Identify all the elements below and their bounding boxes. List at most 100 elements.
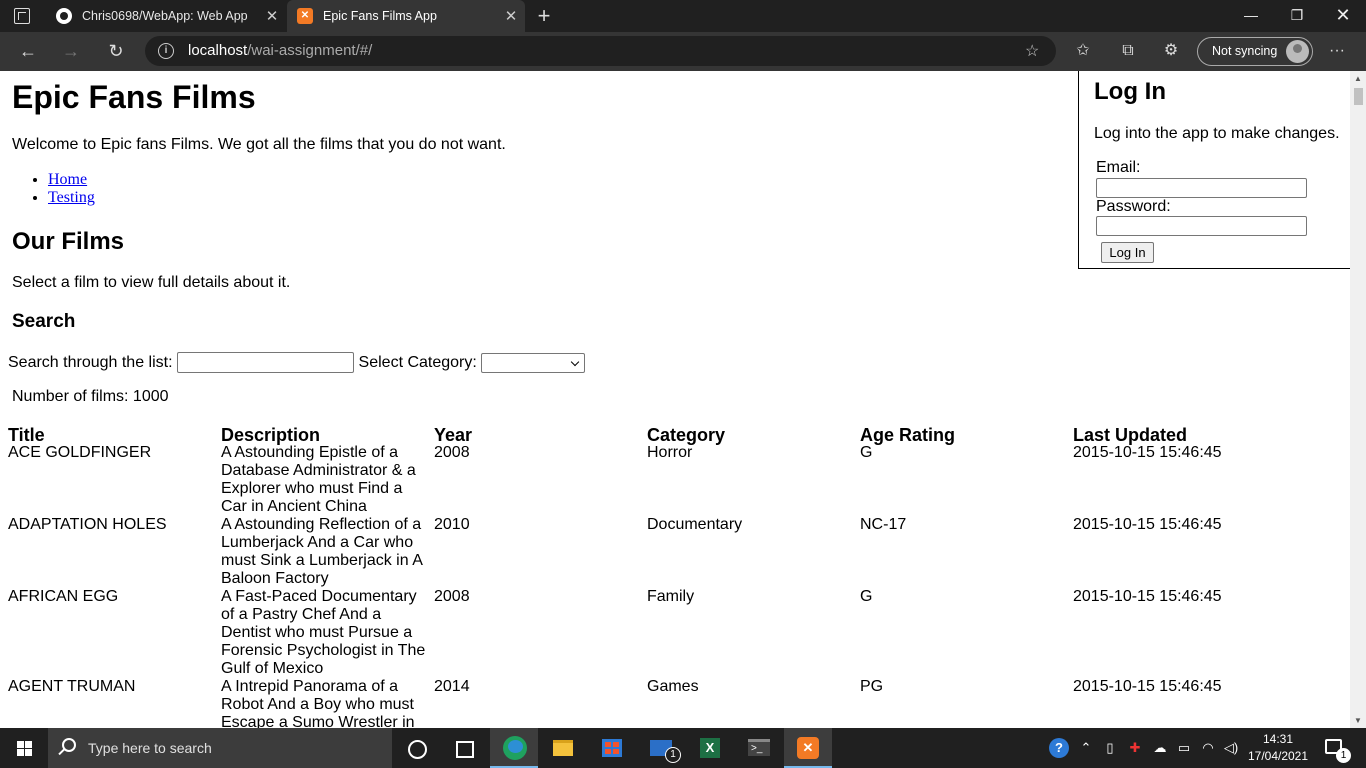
security-icon[interactable]: ✚ xyxy=(1124,728,1146,768)
nav-item: Testing xyxy=(48,189,95,207)
volume-icon[interactable]: ◁) xyxy=(1220,728,1242,768)
table-row[interactable]: ADAPTATION HOLES A Astounding Reflection… xyxy=(8,516,1340,588)
forward-arrow-icon[interactable]: → xyxy=(55,32,87,71)
category-label: Select Category: xyxy=(358,353,477,371)
browser-title-bar: Chris0698/WebApp: Web App ✕ ✕ Epic Fans … xyxy=(0,0,1366,32)
cortana-icon[interactable] xyxy=(392,728,440,768)
minimize-icon[interactable]: — xyxy=(1228,0,1274,32)
film-description: A Fast-Paced Documentary of a Pastry Che… xyxy=(221,588,426,677)
film-category: Documentary xyxy=(647,516,743,533)
collections-icon[interactable]: ⧉ xyxy=(1113,32,1143,71)
mail-badge: 1 xyxy=(665,747,681,763)
new-tab-plus-icon[interactable]: + xyxy=(534,3,554,29)
login-button[interactable]: Log In xyxy=(1101,242,1154,263)
url-text[interactable]: localhost/wai-assignment/#/ xyxy=(188,42,372,59)
films-heading: Our Films xyxy=(12,228,125,255)
search-row: Search through the list: Select Category… xyxy=(8,352,585,373)
restore-icon[interactable]: ❐ xyxy=(1274,0,1320,32)
column-header-description: Description xyxy=(221,425,321,445)
battery-icon[interactable]: ▭ xyxy=(1174,728,1194,768)
file-explorer-icon[interactable] xyxy=(539,728,587,768)
tab-github[interactable]: Chris0698/WebApp: Web App ✕ xyxy=(46,0,286,32)
help-icon[interactable]: ? xyxy=(1046,728,1072,768)
start-button[interactable] xyxy=(0,728,48,768)
scroll-up-arrow-icon[interactable]: ▲ xyxy=(1354,74,1362,83)
tab-title: Chris0698/WebApp: Web App xyxy=(82,9,248,23)
film-last-updated: 2015-10-15 15:46:45 xyxy=(1073,588,1222,605)
tab-epic-fans-films[interactable]: ✕ Epic Fans Films App ✕ xyxy=(287,0,525,32)
excel-icon[interactable]: X xyxy=(686,728,734,768)
close-icon[interactable]: ✕ xyxy=(258,7,286,25)
table-header-row: Title Description Year Category Age Rati… xyxy=(8,424,1340,444)
github-icon xyxy=(56,8,72,24)
reload-icon[interactable]: ↻ xyxy=(100,32,132,71)
info-icon[interactable]: i xyxy=(158,43,174,59)
film-description: A Astounding Epistle of a Database Admin… xyxy=(221,444,416,515)
scrollbar-thumb[interactable] xyxy=(1354,88,1363,105)
film-last-updated: 2015-10-15 15:46:45 xyxy=(1073,678,1222,695)
mail-icon[interactable]: 1 xyxy=(637,728,685,768)
film-description: A Intrepid Panorama of a Robot And a Boy… xyxy=(221,678,415,728)
nav-link-testing[interactable]: Testing xyxy=(48,189,95,206)
film-category: Horror xyxy=(647,444,693,461)
window-close-icon[interactable]: ✕ xyxy=(1320,0,1366,32)
table-row[interactable]: AGENT TRUMAN A Intrepid Panorama of a Ro… xyxy=(8,678,1340,728)
page-scrollbar[interactable]: ▲ ▼ xyxy=(1350,71,1366,728)
table-row[interactable]: ACE GOLDFINGER A Astounding Epistle of a… xyxy=(8,444,1340,516)
task-view-icon[interactable] xyxy=(440,728,488,768)
login-title: Log In xyxy=(1094,78,1166,105)
xampp-icon[interactable]: ✕ xyxy=(784,728,832,768)
show-hidden-icons-chevron-icon[interactable]: ⌃ xyxy=(1076,728,1096,768)
email-field[interactable] xyxy=(1096,178,1307,198)
film-last-updated: 2015-10-15 15:46:45 xyxy=(1073,444,1222,461)
close-icon[interactable]: ✕ xyxy=(497,7,525,25)
more-options-icon[interactable]: ··· xyxy=(1322,32,1352,71)
film-year: 2008 xyxy=(434,444,470,461)
clock-date: 17/04/2021 xyxy=(1247,749,1309,763)
film-last-updated: 2015-10-15 15:46:45 xyxy=(1073,516,1222,533)
excel-letter: X xyxy=(700,738,720,758)
password-label: Password: xyxy=(1096,198,1171,215)
welcome-text: Welcome to Epic fans Films. We got all t… xyxy=(12,136,506,153)
add-favorite-star-icon[interactable]: ☆ xyxy=(1025,41,1039,61)
film-age-rating: NC-17 xyxy=(860,516,907,533)
address-bar[interactable]: i localhost/wai-assignment/#/ ☆ xyxy=(145,36,1056,66)
search-heading: Search xyxy=(12,311,76,332)
film-category: Games xyxy=(647,678,699,695)
edge-dev-icon[interactable] xyxy=(490,728,538,768)
password-field[interactable] xyxy=(1096,216,1307,236)
back-arrow-icon[interactable]: ← xyxy=(12,32,44,71)
taskbar-search-box[interactable]: Type here to search xyxy=(48,728,392,768)
film-count: Number of films: 1000 xyxy=(12,388,169,405)
store-icon[interactable] xyxy=(588,728,636,768)
login-description: Log into the app to make changes. xyxy=(1094,125,1340,142)
nav-link-home[interactable]: Home xyxy=(48,171,87,188)
url-path: /wai-assignment/#/ xyxy=(247,42,373,59)
film-age-rating: G xyxy=(860,588,873,605)
windows-taskbar: Type here to search 1 X >_ ✕ ? ⌃ ▯ ✚ ☁ ▭… xyxy=(0,728,1366,768)
tab-actions-icon[interactable] xyxy=(14,8,30,24)
profile-sync-button[interactable]: Not syncing xyxy=(1197,37,1313,66)
column-header-category: Category xyxy=(647,425,726,445)
favorites-star-icon[interactable]: ✩ xyxy=(1068,32,1098,71)
search-input[interactable] xyxy=(176,352,354,373)
wifi-icon[interactable]: ◠ xyxy=(1197,728,1219,768)
scroll-down-arrow-icon[interactable]: ▼ xyxy=(1354,716,1362,725)
site-nav: Home Testing xyxy=(48,171,95,207)
film-title: ADAPTATION HOLES xyxy=(8,516,167,533)
onedrive-icon[interactable]: ☁ xyxy=(1148,728,1172,768)
extensions-icon[interactable]: ⚙ xyxy=(1156,32,1186,71)
film-year: 2010 xyxy=(434,516,470,533)
notification-center-icon[interactable]: 1 xyxy=(1316,728,1356,768)
films-subtitle: Select a film to view full details about… xyxy=(12,274,291,291)
table-row[interactable]: AFRICAN EGG A Fast-Paced Documentary of … xyxy=(8,588,1340,678)
search-label: Search through the list: xyxy=(8,353,173,371)
avatar xyxy=(1286,40,1309,63)
film-age-rating: PG xyxy=(860,678,884,695)
sync-label: Not syncing xyxy=(1212,44,1278,58)
terminal-icon[interactable]: >_ xyxy=(735,728,783,768)
clock[interactable]: 14:31 17/04/2021 xyxy=(1246,731,1310,765)
film-description: A Astounding Reflection of a Lumberjack … xyxy=(221,516,422,587)
category-select[interactable] xyxy=(480,352,585,373)
usb-device-icon[interactable]: ▯ xyxy=(1100,728,1120,768)
